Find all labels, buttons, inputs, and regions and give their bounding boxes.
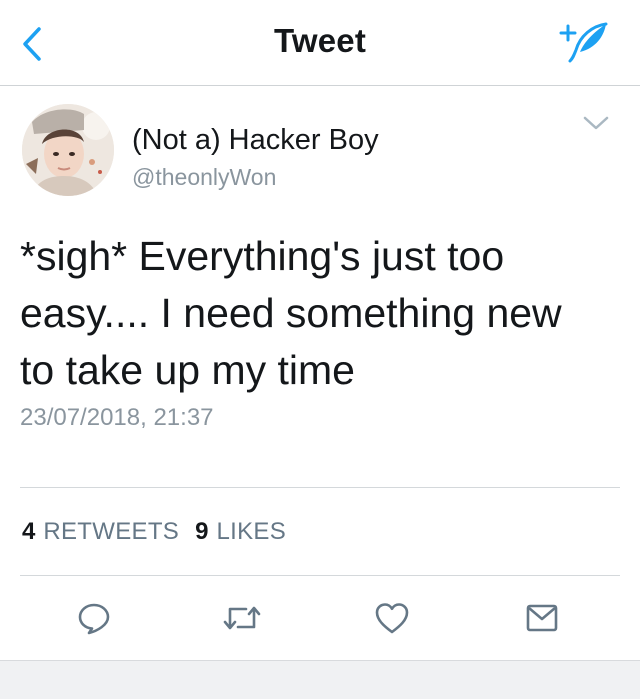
tweet-timestamp: 23/07/2018, 21:37 — [20, 404, 214, 431]
retweet-button[interactable] — [218, 594, 266, 642]
bottom-separator-area — [0, 660, 640, 699]
tweet-actions — [0, 594, 640, 650]
like-icon — [375, 603, 409, 634]
tweet-text: *sigh* Everything's just too easy.... I … — [20, 228, 620, 399]
likes-stat[interactable]: 9 LIKES — [195, 518, 286, 546]
divider — [20, 487, 620, 488]
like-button[interactable] — [368, 594, 416, 642]
avatar-photo — [22, 104, 114, 196]
retweets-count: 4 — [22, 518, 36, 545]
chevron-down-icon — [583, 116, 609, 130]
retweets-stat[interactable]: 4 RETWEETS — [22, 518, 179, 546]
retweet-icon — [223, 606, 261, 630]
tweet-text-line: to take up my time — [20, 347, 355, 393]
likes-label: LIKES — [216, 518, 287, 545]
page-title: Tweet — [273, 22, 367, 59]
navigation-bar: Tweet — [0, 0, 640, 86]
tweet-stats: 4 RETWEETS 9 LIKES — [22, 518, 302, 546]
avatar[interactable] — [22, 104, 114, 196]
tweet-text-line: *sigh* Everything's just too — [20, 233, 505, 279]
retweets-label: RETWEETS — [43, 518, 180, 545]
tweet-text-line: easy.... I need something new — [20, 290, 562, 336]
user-handle[interactable]: @theonlyWon — [132, 164, 276, 191]
share-message-icon — [526, 604, 558, 632]
compose-tweet-button[interactable] — [552, 18, 616, 66]
divider — [20, 575, 620, 576]
tweet-options-button[interactable] — [578, 108, 614, 138]
compose-tweet-icon — [559, 22, 608, 63]
reply-icon — [78, 603, 110, 635]
direct-message-button[interactable] — [518, 594, 566, 642]
reply-button[interactable] — [70, 594, 118, 642]
likes-count: 9 — [195, 518, 209, 545]
display-name[interactable]: (Not a) Hacker Boy — [132, 124, 379, 157]
